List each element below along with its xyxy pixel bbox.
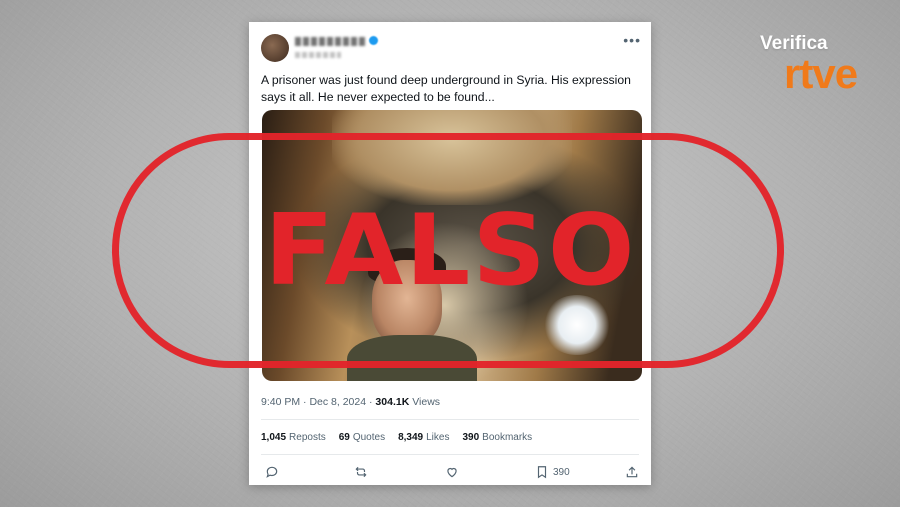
username-redacted[interactable] [295, 52, 341, 58]
share-button[interactable] [625, 463, 639, 481]
avatar[interactable] [261, 34, 289, 62]
likes-label: Likes [426, 432, 450, 443]
tweet-text: A prisoner was just found deep undergrou… [261, 73, 631, 104]
display-name-redacted[interactable] [295, 37, 365, 46]
logo-rtve: rtve [784, 50, 858, 97]
repost-icon [355, 466, 367, 478]
tweet-date[interactable]: Dec 8, 2024 [309, 396, 366, 408]
separator: · [303, 396, 307, 408]
views-count: 304.1K [375, 396, 410, 408]
bookmarks-label: Bookmarks [482, 432, 533, 443]
reply-icon [266, 466, 278, 478]
falso-stamp-text: FALSO [264, 194, 637, 308]
likes-count: 8,349 [398, 432, 424, 443]
share-icon [626, 466, 638, 478]
like-button[interactable] [445, 463, 459, 481]
tweet-actions: 390 [261, 463, 641, 483]
separator: · [369, 396, 373, 408]
views-label: Views [412, 396, 441, 408]
bookmark-icon [537, 466, 547, 479]
reposts-count: 1,045 [261, 432, 287, 443]
more-horizontal-icon[interactable]: ••• [623, 32, 641, 48]
verified-badge-icon [369, 36, 378, 45]
quotes-count: 69 [338, 432, 350, 443]
reply-button[interactable] [265, 463, 279, 481]
likes-stat[interactable]: 8,349 Likes [398, 432, 449, 443]
heart-icon [447, 467, 457, 478]
tweet-time[interactable]: 9:40 PM [261, 396, 300, 408]
bookmarks-count: 390 [462, 432, 480, 443]
tweet-stats: 1,045 Reposts 69 Quotes 8,349 Likes 390 Book… [261, 432, 532, 443]
repost-button[interactable] [354, 463, 368, 481]
reposts-stat[interactable]: 1,045 Reposts [261, 432, 326, 443]
bookmark-count: 390 [553, 466, 570, 478]
quotes-label: Quotes [352, 432, 386, 443]
divider [261, 419, 639, 420]
tweet-timestamp: 9:40 PM · Dec 8, 2024 · 304.1K Views [261, 396, 440, 408]
reposts-label: Reposts [289, 432, 326, 443]
bookmarks-stat[interactable]: 390 Bookmarks [462, 432, 532, 443]
quotes-stat[interactable]: 69 Quotes [339, 432, 385, 443]
divider [261, 454, 639, 455]
bookmark-button[interactable]: 390 [535, 463, 570, 481]
